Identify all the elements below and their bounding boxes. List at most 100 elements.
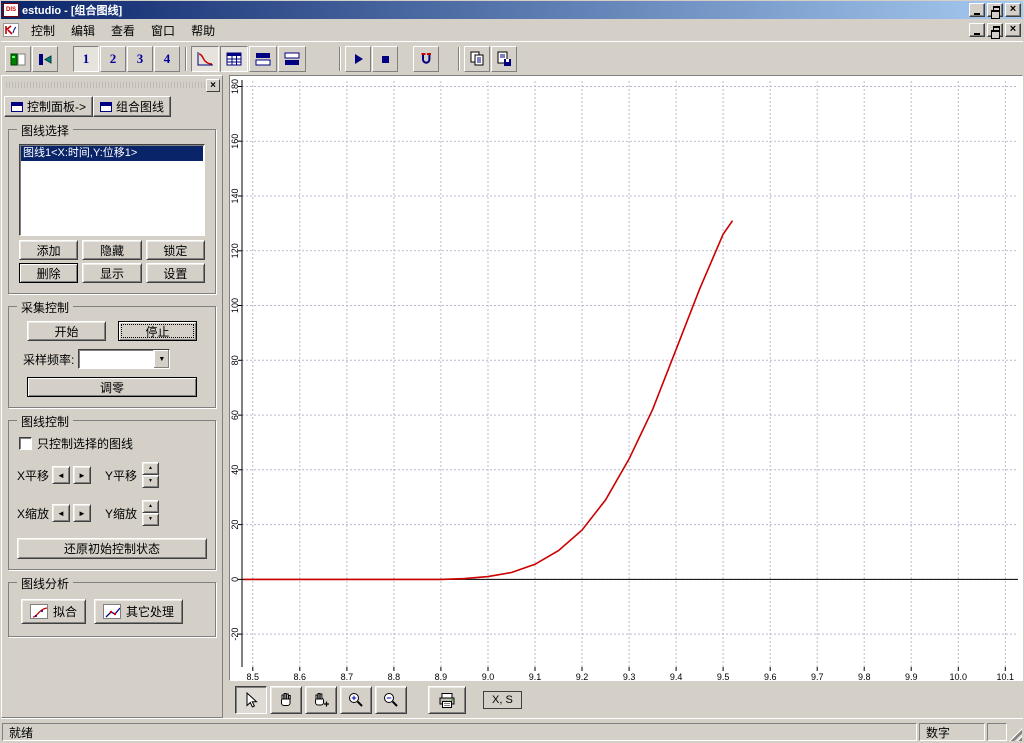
menu-edit[interactable]: 编辑 — [63, 20, 103, 41]
zoom-out-tool-button[interactable] — [375, 685, 407, 714]
menu-help[interactable]: 帮助 — [183, 20, 223, 41]
table-view-button[interactable] — [220, 45, 248, 72]
svg-text:9.3: 9.3 — [623, 672, 636, 680]
play-icon — [355, 53, 363, 64]
lock-graph-button[interactable]: 锁定 — [145, 240, 205, 260]
stop-acquisition-button[interactable] — [372, 45, 398, 72]
acquisition-group-label: 采集控制 — [17, 299, 74, 316]
export-button[interactable] — [491, 45, 517, 72]
fit-button[interactable]: 拟合 — [21, 599, 87, 624]
chart-plot[interactable]: -20 0 20 40 60 80 100 120 140 160 180 8.5 8.6 8.7 8.8 8… — [230, 76, 1022, 680]
print-button[interactable] — [428, 685, 466, 714]
show-panel-icon — [10, 53, 26, 65]
zero-adjust-button[interactable] — [413, 45, 439, 72]
right-arrow-icon: ► — [78, 470, 86, 480]
minimize-button[interactable] — [969, 3, 985, 17]
graph-listbox[interactable]: 图线1<X:时间,Y:位移1> — [19, 144, 205, 236]
svg-text:9.0: 9.0 — [482, 672, 495, 680]
graph-view-button[interactable] — [191, 45, 219, 72]
add-graph-button[interactable]: 添加 — [19, 240, 79, 260]
y-pan-down-button[interactable]: ▼ — [142, 475, 160, 488]
child-restore-button[interactable] — [987, 23, 1003, 39]
svg-text:9.9: 9.9 — [905, 672, 918, 680]
resize-grip[interactable] — [1009, 728, 1022, 741]
up-arrow-icon: ▲ — [148, 503, 153, 509]
x-zoom-out-button[interactable]: ◄ — [52, 504, 71, 522]
chart-area: -20 0 20 40 60 80 100 120 140 160 180 8.5 8.6 8.7 8.8 8… — [229, 75, 1023, 681]
svg-text:9.8: 9.8 — [858, 672, 871, 680]
copy-button[interactable] — [464, 45, 490, 72]
y-zoom-down-button[interactable]: ▼ — [142, 513, 160, 526]
x-pan-right-button[interactable]: ► — [73, 466, 92, 484]
toolbar-separator — [185, 46, 187, 71]
sample-rate-dropdown-button[interactable]: ▼ — [153, 350, 170, 368]
dock-panel-button[interactable] — [32, 45, 58, 72]
waveform-icon — [197, 51, 213, 65]
list-item[interactable]: 图线1<X:时间,Y:位移1> — [21, 146, 203, 161]
y-zoom-spinner: ▲ ▼ — [142, 500, 160, 526]
start-acquisition-button[interactable] — [345, 45, 371, 72]
status-mode: 数字 — [919, 723, 985, 741]
select-tool-button[interactable] — [235, 685, 267, 714]
panel-close-icon: × — [210, 79, 216, 91]
graph-control-group-label: 图线控制 — [17, 413, 74, 430]
tab-combined-graph[interactable]: 组合图线 — [93, 96, 172, 117]
child-restore-icon — [990, 26, 1000, 39]
menu-control[interactable]: 控制 — [23, 20, 63, 41]
split-top-button[interactable] — [249, 45, 277, 72]
delete-graph-button[interactable]: 删除 — [19, 263, 79, 283]
menu-view[interactable]: 查看 — [103, 20, 143, 41]
svg-text:8.9: 8.9 — [435, 672, 448, 680]
sample-rate-combobox[interactable]: ▼ — [78, 349, 171, 369]
show-graph-button[interactable]: 显示 — [82, 263, 142, 283]
child-window-icon[interactable] — [3, 23, 19, 37]
drag-curve-tool-button[interactable] — [305, 685, 337, 714]
other-processing-button[interactable]: 其它处理 — [94, 599, 184, 624]
settings-graph-button[interactable]: 设置 — [145, 263, 205, 283]
view-3-button[interactable]: 3 — [127, 45, 153, 72]
show-panel-button[interactable] — [5, 45, 31, 72]
status-extra — [987, 723, 1007, 741]
child-close-button[interactable]: × — [1005, 23, 1021, 37]
hide-graph-button[interactable]: 隐藏 — [82, 240, 142, 260]
svg-text:100: 100 — [230, 298, 240, 313]
stop-button[interactable]: 停止 — [118, 321, 197, 341]
axis-units-box[interactable]: X, S — [483, 690, 522, 709]
only-selected-checkbox[interactable] — [19, 437, 32, 450]
start-button[interactable]: 开始 — [27, 321, 106, 341]
x-zoom-in-button[interactable]: ► — [73, 504, 92, 522]
menu-window[interactable]: 窗口 — [143, 20, 183, 41]
restore-button[interactable] — [987, 3, 1003, 19]
view-2-button[interactable]: 2 — [100, 45, 126, 72]
svg-text:140: 140 — [230, 188, 240, 203]
graph-analysis-group: 图线分析 拟合 其它处理 — [8, 575, 216, 637]
view-1-button[interactable]: 1 — [73, 45, 99, 72]
up-arrow-icon: ▲ — [148, 465, 153, 471]
svg-text:9.5: 9.5 — [717, 672, 730, 680]
app-window: DIS estudio - [组合图线] × 控制 编辑 查看 窗口 帮助 × — [0, 0, 1024, 743]
axis-units-label: X, S — [492, 693, 513, 706]
tab-control-panel[interactable]: 控制面板-> — [4, 96, 94, 117]
x-pan-left-button[interactable]: ◄ — [52, 466, 71, 484]
y-pan-spinner: ▲ ▼ — [142, 462, 160, 488]
pan-tool-button[interactable] — [270, 685, 302, 714]
view-4-button[interactable]: 4 — [154, 45, 180, 72]
child-minimize-icon — [974, 32, 980, 35]
reset-control-button[interactable]: 还原初始控制状态 — [17, 538, 207, 559]
y-pan-up-button[interactable]: ▲ — [142, 462, 160, 475]
fit-button-label: 拟合 — [53, 605, 78, 619]
panel-close-button[interactable]: × — [206, 79, 220, 92]
graph-select-group: 图线选择 图线1<X:时间,Y:位移1> 添加 隐藏 锁定 删除 显示 设置 — [8, 122, 216, 294]
y-zoom-label: Y缩放 — [105, 506, 138, 521]
y-zoom-up-button[interactable]: ▲ — [142, 500, 160, 513]
split-bottom-button[interactable] — [278, 45, 306, 72]
sample-rate-value[interactable] — [79, 350, 153, 368]
zoom-in-tool-button[interactable] — [340, 685, 372, 714]
export-icon — [497, 51, 511, 66]
svg-text:8.7: 8.7 — [341, 672, 354, 680]
control-panel: × 控制面板-> 组合图线 图线选择 图线1<X:时间,Y:位移1> 添加 隐藏… — [1, 75, 223, 718]
close-button[interactable]: × — [1005, 3, 1021, 17]
left-arrow-icon: ◄ — [57, 470, 65, 480]
child-minimize-button[interactable] — [969, 23, 985, 37]
zero-button[interactable]: 调零 — [27, 377, 197, 397]
